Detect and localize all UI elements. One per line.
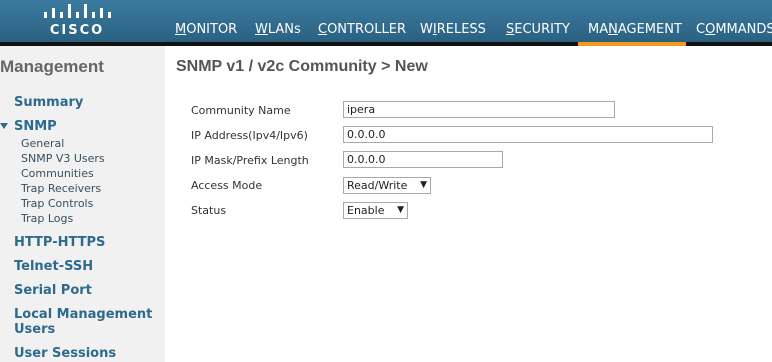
status-select[interactable]: Enable ▼ bbox=[343, 202, 408, 219]
sidebar-subitem-communities[interactable]: Communities bbox=[21, 167, 94, 180]
ip-address-label: IP Address(Ipv4/Ipv6) bbox=[191, 129, 308, 142]
sidebar: Management Summary SNMP General SNMP V3 … bbox=[0, 46, 165, 362]
sidebar-subitem-general[interactable]: General bbox=[21, 137, 64, 150]
sidebar-item-snmp[interactable]: SNMP bbox=[14, 119, 57, 134]
community-name-input[interactable]: ipera bbox=[343, 101, 615, 118]
ip-mask-input[interactable]: 0.0.0.0 bbox=[343, 151, 503, 168]
nav-monitor[interactable]: MONITOR bbox=[175, 22, 237, 37]
expand-arrow-icon[interactable] bbox=[0, 123, 8, 129]
sidebar-item-local-management-users[interactable]: Local Management Users bbox=[14, 307, 152, 337]
ip-mask-label: IP Mask/Prefix Length bbox=[191, 154, 309, 167]
sidebar-item-telnet-ssh[interactable]: Telnet-SSH bbox=[14, 259, 93, 274]
access-mode-value: Read/Write bbox=[347, 179, 408, 192]
nav-security[interactable]: SECURITY bbox=[506, 22, 570, 37]
status-value: Enable bbox=[347, 204, 385, 217]
ip-address-input[interactable]: 0.0.0.0 bbox=[343, 126, 713, 143]
page-title: SNMP v1 / v2c Community > New bbox=[176, 58, 428, 75]
access-mode-select[interactable]: Read/Write ▼ bbox=[343, 177, 431, 194]
sidebar-item-label-line1: Local Management bbox=[14, 307, 153, 322]
sidebar-item-http-https[interactable]: HTTP-HTTPS bbox=[14, 235, 105, 250]
cisco-logo-text: CISCO bbox=[49, 23, 105, 38]
nav-commands[interactable]: COMMANDS bbox=[696, 22, 772, 37]
sidebar-subitem-trap-receivers[interactable]: Trap Receivers bbox=[21, 182, 101, 195]
community-name-label: Community Name bbox=[191, 104, 291, 117]
dropdown-arrow-icon: ▼ bbox=[420, 180, 427, 190]
nav-management[interactable]: MANAGEMENT bbox=[588, 22, 682, 37]
nav-wlans[interactable]: WLANs bbox=[255, 22, 301, 37]
nav-wireless[interactable]: WIRELESS bbox=[420, 22, 486, 37]
sidebar-item-serial-port[interactable]: Serial Port bbox=[14, 283, 92, 298]
sidebar-item-summary[interactable]: Summary bbox=[14, 95, 83, 110]
sidebar-item-user-sessions[interactable]: User Sessions bbox=[14, 346, 116, 361]
sidebar-subitem-trap-controls[interactable]: Trap Controls bbox=[21, 197, 93, 210]
dropdown-arrow-icon: ▼ bbox=[397, 205, 404, 215]
sidebar-item-label-line2: Users bbox=[14, 322, 56, 337]
sidebar-title: Management bbox=[0, 57, 104, 76]
nav-controller[interactable]: CONTROLLER bbox=[318, 22, 406, 37]
access-mode-label: Access Mode bbox=[191, 179, 263, 192]
top-header: CISCO MONITOR WLANs CONTROLLER WIRELESS … bbox=[0, 0, 772, 42]
cisco-logo[interactable]: CISCO bbox=[40, 2, 120, 40]
sidebar-subitem-trap-logs[interactable]: Trap Logs bbox=[21, 212, 73, 225]
nav-active-indicator bbox=[578, 42, 686, 46]
sidebar-subitem-snmp-v3-users[interactable]: SNMP V3 Users bbox=[21, 152, 105, 165]
cisco-bridge-icon bbox=[44, 4, 111, 18]
status-label: Status bbox=[191, 204, 227, 217]
